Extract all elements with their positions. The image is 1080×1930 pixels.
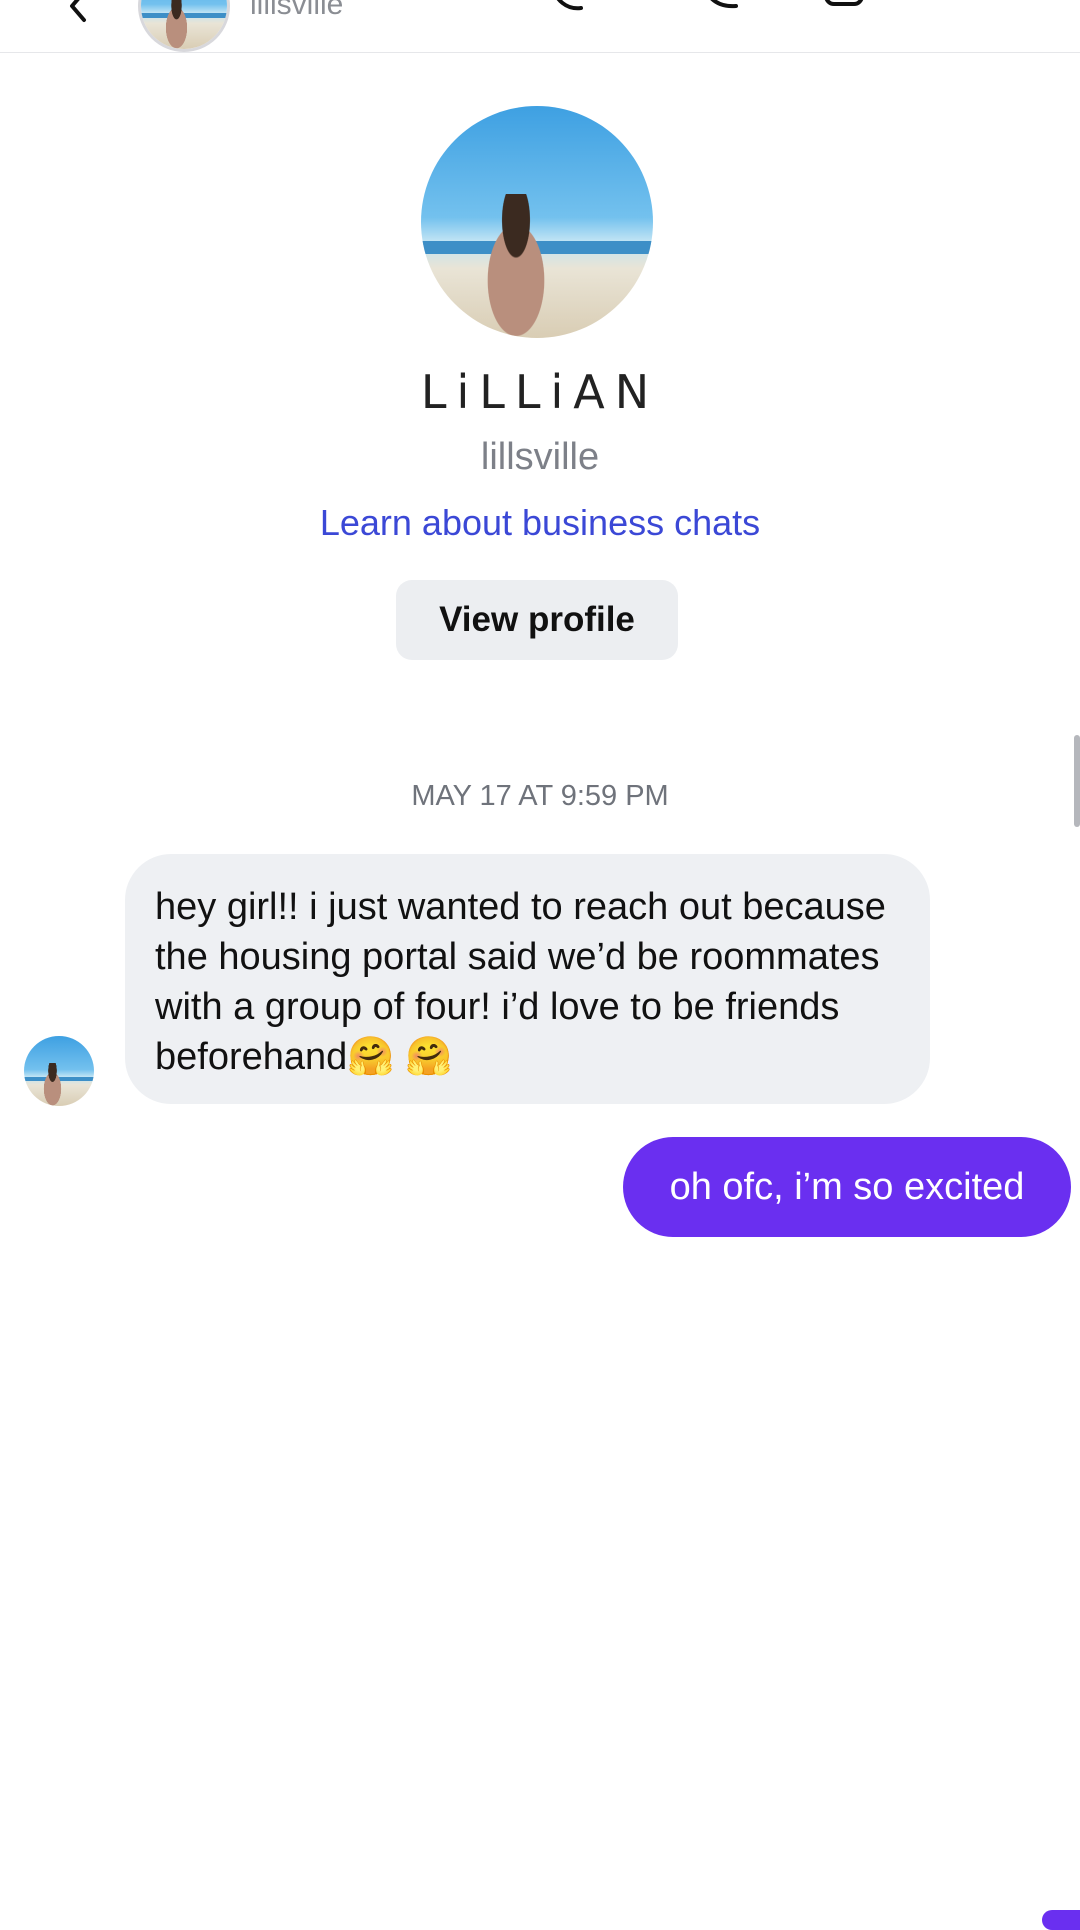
avatar-photo — [141, 0, 227, 49]
phone-icon[interactable] — [545, 0, 589, 12]
profile-username: lillsville — [480, 436, 600, 478]
video-icon[interactable] — [700, 0, 744, 12]
scrollbar-thumb[interactable] — [1074, 735, 1080, 827]
view-profile-button[interactable]: View profile — [396, 580, 678, 660]
message-timestamp: MAY 17 AT 9:59 PM — [411, 780, 669, 812]
sender-avatar-photo — [24, 1036, 94, 1106]
profile-display-name: LiLLiAN — [420, 365, 660, 419]
corner-accent — [1042, 1910, 1080, 1930]
profile-picture[interactable] — [421, 106, 653, 338]
incoming-message-bubble[interactable]: hey girl!! i just wanted to reach out be… — [125, 854, 930, 1104]
info-icon[interactable] — [822, 0, 866, 12]
chat-header: lillsville — [0, 0, 1080, 53]
header-username[interactable]: lillsville — [250, 0, 343, 22]
outgoing-message-bubble[interactable]: oh ofc, i’m so excited — [623, 1137, 1071, 1237]
header-avatar[interactable] — [138, 0, 230, 52]
profile-photo — [421, 106, 653, 338]
business-chats-link[interactable]: Learn about business chats — [0, 502, 1080, 544]
more-icon[interactable] — [964, 0, 1008, 12]
back-chevron-icon[interactable] — [58, 0, 98, 26]
sender-avatar[interactable] — [24, 1036, 94, 1106]
